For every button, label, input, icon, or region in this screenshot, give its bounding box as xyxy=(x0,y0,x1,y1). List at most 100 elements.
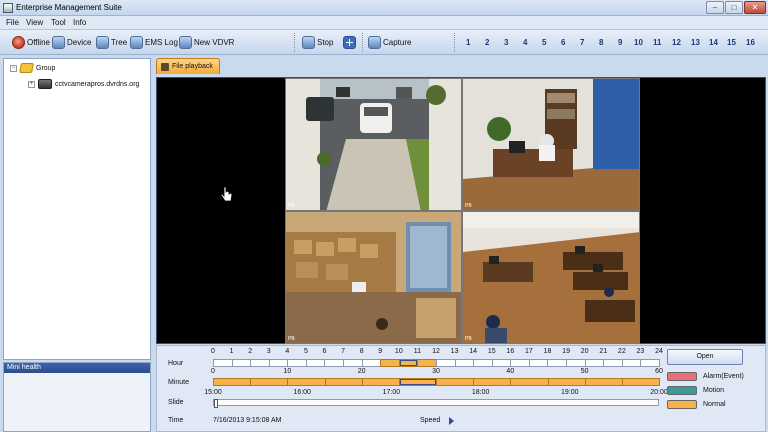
minute-cell[interactable] xyxy=(584,378,623,386)
offline-button[interactable]: Offline xyxy=(12,34,50,51)
tree-item-device[interactable]: + cctvcamerapros.dvrdns.org xyxy=(28,79,139,89)
hour-cell[interactable] xyxy=(621,359,642,367)
hour-cell[interactable] xyxy=(398,359,419,367)
slide-track[interactable] xyxy=(213,399,659,408)
stop-button[interactable]: Stop xyxy=(302,34,333,51)
hour-cell[interactable] xyxy=(250,359,270,367)
channel-14-button[interactable]: 14 xyxy=(709,38,718,47)
minute-cell[interactable] xyxy=(361,378,400,386)
hour-cell[interactable] xyxy=(640,359,660,367)
minute-cell[interactable] xyxy=(324,378,363,386)
channel-16-button[interactable]: 16 xyxy=(746,38,755,47)
minute-cell[interactable] xyxy=(398,378,438,386)
device-icon xyxy=(52,36,65,49)
hour-cell[interactable] xyxy=(380,359,400,367)
channel-4-button[interactable]: 4 xyxy=(523,38,527,47)
camera-feed-1[interactable]: PB xyxy=(285,78,462,211)
close-button[interactable]: ✕ xyxy=(744,1,766,14)
channel-8-button[interactable]: 8 xyxy=(599,38,603,47)
minute-scale-tick: 10 xyxy=(283,368,292,375)
hour-cell[interactable] xyxy=(528,359,549,367)
channel-15-button[interactable]: 15 xyxy=(727,38,736,47)
hour-cell[interactable] xyxy=(435,359,456,367)
capture-button[interactable]: Capture xyxy=(368,34,411,51)
channel-1-button[interactable]: 1 xyxy=(466,38,470,47)
hour-scale-tick: 16 xyxy=(506,348,515,355)
hour-cell[interactable] xyxy=(305,359,326,367)
hour-track[interactable] xyxy=(213,359,660,367)
menu-tool[interactable]: Tool xyxy=(51,18,66,27)
hour-cell[interactable] xyxy=(343,359,363,367)
hour-cell[interactable] xyxy=(473,359,493,367)
layout-button[interactable] xyxy=(343,34,356,51)
hour-cell[interactable] xyxy=(491,359,512,367)
alarm-swatch xyxy=(667,372,697,381)
channel-10-button[interactable]: 10 xyxy=(634,38,643,47)
hour-cell[interactable] xyxy=(565,359,586,367)
tree-device-label: cctvcamerapros.dvrdns.org xyxy=(55,80,140,88)
hour-cell[interactable] xyxy=(287,359,307,367)
camera-4-tag: PB xyxy=(465,336,472,342)
channel-3-button[interactable]: 3 xyxy=(504,38,508,47)
minute-track[interactable] xyxy=(213,378,661,386)
channel-6-button[interactable]: 6 xyxy=(561,38,565,47)
hour-cell[interactable] xyxy=(417,359,437,367)
open-button[interactable]: Open xyxy=(667,349,743,365)
menu-file[interactable]: File xyxy=(6,18,19,27)
camera-feed-4[interactable]: PB xyxy=(462,211,640,344)
minute-cell[interactable] xyxy=(473,378,512,386)
device-label: Device xyxy=(67,38,92,47)
channel-13-button[interactable]: 13 xyxy=(691,38,700,47)
stop-label: Stop xyxy=(317,38,334,47)
minimize-button[interactable]: – xyxy=(706,1,724,14)
menu-view[interactable]: View xyxy=(26,18,43,27)
hour-scale-tick: 3 xyxy=(266,348,271,355)
minute-cell[interactable] xyxy=(621,378,661,386)
channel-2-button[interactable]: 2 xyxy=(485,38,489,47)
hour-scale-tick: 4 xyxy=(285,348,290,355)
channel-5-button[interactable]: 5 xyxy=(542,38,546,47)
hour-scale-tick: 2 xyxy=(248,348,253,355)
menu-info[interactable]: Info xyxy=(73,18,86,27)
channel-12-button[interactable]: 12 xyxy=(672,38,681,47)
hour-cell[interactable] xyxy=(213,359,233,367)
maximize-button[interactable]: □ xyxy=(725,1,743,14)
normal-swatch xyxy=(667,400,697,409)
new-vdvr-button[interactable]: New VDVR xyxy=(179,34,234,51)
video-area[interactable]: PB PB PB PB xyxy=(156,77,766,344)
hour-cell[interactable] xyxy=(584,359,605,367)
tree-button[interactable]: Tree xyxy=(96,34,127,51)
hour-cell[interactable] xyxy=(454,359,475,367)
hour-cell[interactable] xyxy=(603,359,623,367)
hour-cell[interactable] xyxy=(268,359,289,367)
minute-cell[interactable] xyxy=(510,378,549,386)
minute-cell[interactable] xyxy=(250,378,289,386)
ems-log-button[interactable]: EMS Log xyxy=(130,34,178,51)
tree-item-group[interactable]: − Group xyxy=(10,63,55,73)
slide-scale-tick: 20:00 xyxy=(650,389,668,396)
channel-7-button[interactable]: 7 xyxy=(580,38,584,47)
hour-cell[interactable] xyxy=(547,359,567,367)
hour-cell[interactable] xyxy=(510,359,530,367)
expand-icon[interactable]: + xyxy=(28,80,35,88)
hour-cell[interactable] xyxy=(231,359,252,367)
channel-9-button[interactable]: 9 xyxy=(618,38,622,47)
camera-feed-3[interactable]: PB xyxy=(285,211,462,344)
hour-scale-tick: 23 xyxy=(636,348,645,355)
legend-motion-label: Motion xyxy=(703,387,725,394)
hour-cell[interactable] xyxy=(324,359,345,367)
slide-thumb[interactable] xyxy=(214,399,218,408)
play-speed-icon[interactable] xyxy=(449,417,454,425)
channel-11-button[interactable]: 11 xyxy=(653,38,661,47)
camera-feed-2[interactable]: PB xyxy=(462,78,640,211)
collapse-icon[interactable]: − xyxy=(10,64,17,72)
minute-cell[interactable] xyxy=(213,378,252,386)
hour-cell[interactable] xyxy=(361,359,382,367)
minute-cell[interactable] xyxy=(547,378,586,386)
minute-cell[interactable] xyxy=(287,378,326,386)
tab-file-playback[interactable]: File playback xyxy=(156,58,220,74)
legend-alarm-label: Alarm(Event) xyxy=(703,373,744,380)
minute-cell[interactable] xyxy=(436,378,475,386)
device-button[interactable]: Device xyxy=(52,34,91,51)
offline-icon xyxy=(12,36,25,49)
